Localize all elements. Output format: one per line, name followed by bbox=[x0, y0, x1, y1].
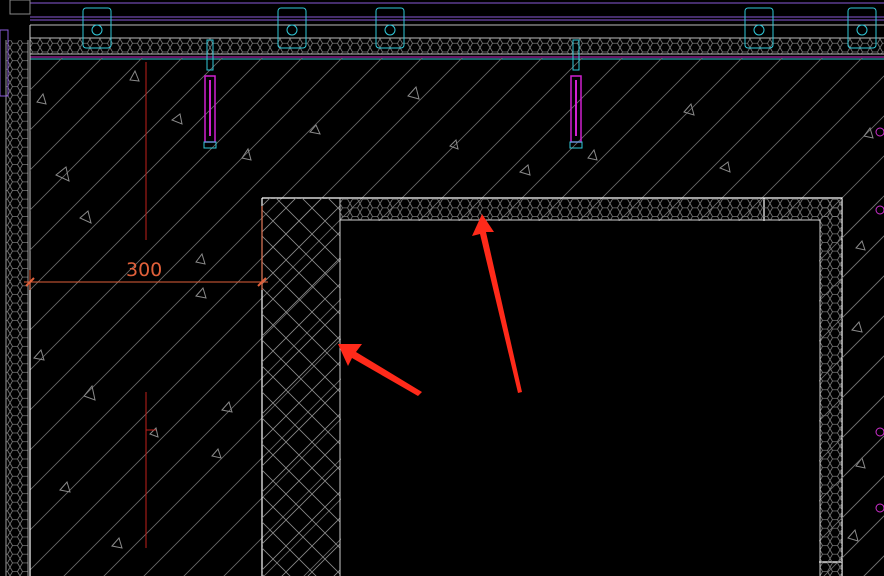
left-insulation-strip bbox=[0, 0, 31, 576]
jamb-insulation-crosshatch bbox=[262, 198, 341, 576]
dimension-label: 300 bbox=[126, 259, 162, 281]
opening-void bbox=[341, 221, 819, 576]
top-rail bbox=[0, 0, 884, 60]
cad-drawing-canvas: 300 bbox=[0, 0, 884, 576]
